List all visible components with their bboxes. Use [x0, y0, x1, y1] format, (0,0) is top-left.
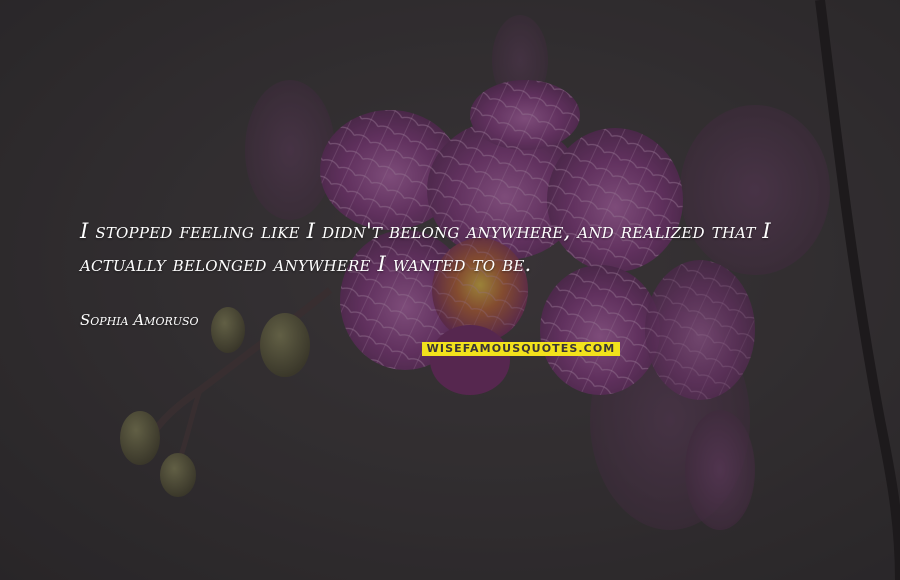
quote-author: Sophia Amoruso	[80, 311, 199, 329]
watermark-logo: WISEFAMOUSQUOTES.COM	[422, 342, 620, 356]
quote-card: I stopped feeling like I didn't belong a…	[0, 0, 900, 580]
darkening-overlay	[0, 0, 900, 580]
quote-text: I stopped feeling like I didn't belong a…	[80, 219, 771, 276]
